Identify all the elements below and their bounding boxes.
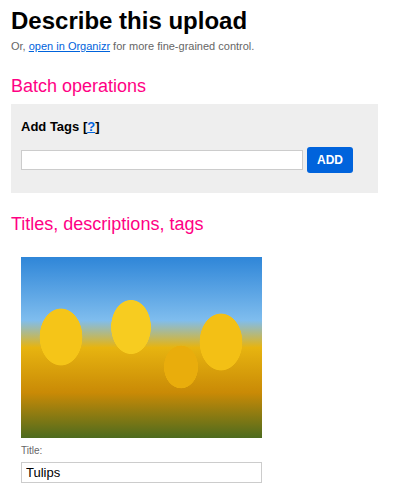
batch-heading: Batch operations — [11, 75, 389, 97]
help-link[interactable]: ? — [87, 119, 95, 134]
batch-box: Add Tags [?] ADD — [11, 104, 378, 193]
describe-page: Describe this upload Or, open in Organizr… — [0, 0, 400, 483]
tags-input[interactable] — [21, 150, 303, 170]
title-label: Title: — [21, 445, 389, 457]
page-title: Describe this upload — [11, 7, 389, 35]
title-input[interactable] — [21, 462, 262, 483]
photo — [21, 257, 262, 438]
intro-text: Or, open in Organizr for more fine-grain… — [11, 39, 389, 53]
add-tags-label: Add Tags [?] — [21, 119, 368, 135]
items-heading: Titles, descriptions, tags — [11, 213, 389, 235]
upload-item: Title: — [11, 257, 389, 483]
organizr-link[interactable]: open in Organizr — [29, 40, 110, 52]
add-button[interactable]: ADD — [307, 147, 353, 173]
add-tags-row: ADD — [21, 147, 368, 173]
